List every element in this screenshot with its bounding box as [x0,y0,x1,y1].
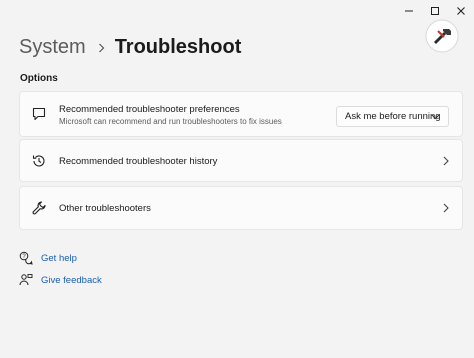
give-feedback-link[interactable]: Give feedback [19,273,102,287]
minimize-button[interactable] [396,0,422,22]
other-troubleshooters-card[interactable]: Other troubleshooters [19,186,463,230]
chevron-down-icon [431,114,440,120]
preference-dropdown[interactable]: Ask me before running [336,106,449,127]
breadcrumb: System Troubleshoot [19,36,241,59]
wrench-icon [31,200,47,216]
get-help-link[interactable]: ? Get help [19,251,77,265]
chevron-right-icon [442,156,450,166]
dropdown-value: Ask me before running [345,111,441,122]
feedback-icon [19,273,33,287]
chat-bubble-icon [31,106,47,122]
chevron-right-icon [442,203,450,213]
page-title: Troubleshoot [114,36,242,58]
maximize-icon [431,7,439,15]
history-card[interactable]: Recommended troubleshooter history [19,139,463,182]
section-heading: Options [20,73,58,84]
history-title: Recommended troubleshooter history [59,156,218,167]
preferences-card: Recommended troubleshooter preferences M… [19,91,463,137]
minimize-icon [405,10,413,12]
settings-window: System Troubleshoot Options Recommended … [0,0,474,358]
give-feedback-label: Give feedback [41,274,102,286]
breadcrumb-parent[interactable]: System [19,36,86,59]
chevron-right-icon [98,43,105,53]
history-icon [31,153,47,169]
get-help-label: Get help [41,252,77,264]
brand-logo [425,19,459,53]
preferences-title: Recommended troubleshooter preferences [59,104,240,115]
close-icon [457,7,465,15]
other-troubleshooters-title: Other troubleshooters [59,203,151,214]
help-icon: ? [19,251,33,265]
preferences-subtitle: Microsoft can recommend and run troubles… [59,117,282,126]
